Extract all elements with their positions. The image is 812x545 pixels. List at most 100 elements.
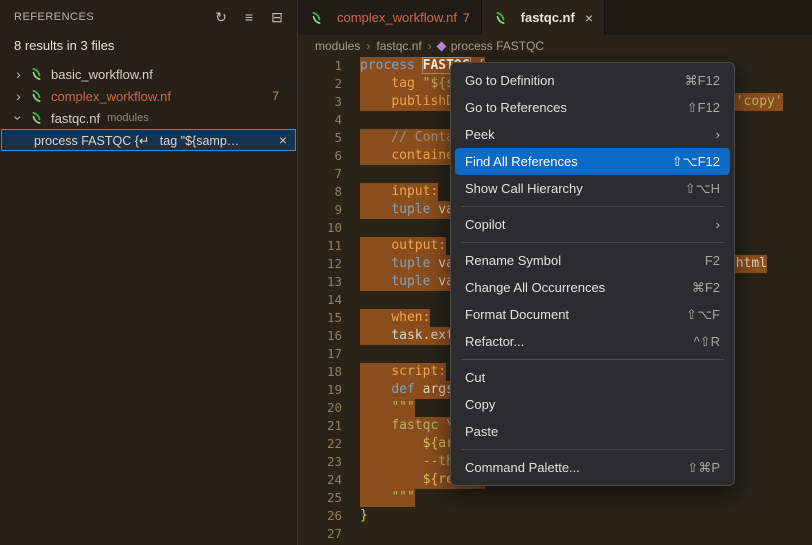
tree-item-fastqc-nf[interactable]: ›fastqc.nfmodules <box>0 107 297 129</box>
submenu-arrow-icon: › <box>716 217 720 232</box>
line-number: 7 <box>298 165 360 183</box>
line-number: 23 <box>298 453 360 471</box>
line-number: 14 <box>298 291 360 309</box>
tab-fastqc-nf[interactable]: fastqc.nf × <box>482 0 605 35</box>
line-text: """ <box>360 489 415 507</box>
menu-item-command-palette[interactable]: Command Palette... ⇧⌘P <box>455 454 730 481</box>
menu-item-format-document[interactable]: Format Document ⇧⌥F <box>455 301 730 328</box>
menu-item-shortcut: ^⇧R <box>694 334 720 350</box>
menu-item-label: Format Document <box>465 307 662 322</box>
menu-item-label: Command Palette... <box>465 460 663 475</box>
tab-label: fastqc.nf <box>521 10 575 25</box>
tree-item-basic-workflow-nf[interactable]: ›basic_workflow.nf <box>0 63 297 85</box>
tab-label: complex_workflow.nf <box>337 10 457 25</box>
context-menu: Go to Definition⌘F12Go to References⇧F12… <box>450 62 735 486</box>
vscode-window: REFERENCES ↻≡⊟ 8 results in 3 files ›bas… <box>0 0 812 545</box>
menu-item-shortcut: F2 <box>705 253 720 268</box>
breadcrumb-separator: › <box>428 39 432 53</box>
line-number: 8 <box>298 183 360 201</box>
file-label: complex_workflow.nf <box>51 89 171 104</box>
refresh-icon[interactable]: ↻ <box>211 7 231 27</box>
breadcrumb-item-process-fastqc[interactable]: process FASTQC <box>438 39 544 53</box>
menu-item-go-to-definition[interactable]: Go to Definition⌘F12 <box>455 67 730 94</box>
sidebar-toolbar: ↻ ≡ ⊟ <box>211 7 287 27</box>
menu-item-shortcut: ⇧⌘P <box>687 460 720 476</box>
line-number: 25 <box>298 489 360 507</box>
line-number: 26 <box>298 507 360 525</box>
menu-item-copilot[interactable]: Copilot › <box>455 211 730 238</box>
references-sidebar: REFERENCES ↻≡⊟ 8 results in 3 files ›bas… <box>0 0 298 545</box>
menu-item-cut[interactable]: Cut <box>455 364 730 391</box>
nextflow-icon <box>29 67 45 82</box>
line-text: } <box>360 507 368 525</box>
menu-item-label: Change All Occurrences <box>465 280 668 295</box>
menu-item-shortcut: ⇧⌥H <box>685 181 720 197</box>
code-line[interactable]: 27 <box>298 525 812 543</box>
menu-separator <box>461 359 724 360</box>
menu-item-find-all-references[interactable]: Find All References⇧⌥F12 <box>455 148 730 175</box>
menu-item-shortcut: ⇧⌥F <box>686 307 720 323</box>
breadcrumb: modules›fastqc.nf›process FASTQC <box>298 35 812 57</box>
menu-item-label: Copilot <box>465 217 692 232</box>
code-line[interactable]: 26} <box>298 507 812 525</box>
menu-separator <box>461 206 724 207</box>
close-icon[interactable]: × <box>585 10 593 26</box>
code-line[interactable]: 25 """ <box>298 489 812 507</box>
nextflow-icon <box>309 10 325 25</box>
menu-separator <box>461 449 724 450</box>
nextflow-icon <box>29 111 45 126</box>
line-number: 10 <box>298 219 360 237</box>
line-number: 27 <box>298 525 360 543</box>
menu-item-shortcut: ⌘F2 <box>692 280 720 296</box>
menu-item-label: Cut <box>465 370 720 385</box>
menu-item-paste[interactable]: Paste <box>455 418 730 445</box>
menu-item-rename-symbol[interactable]: Rename SymbolF2 <box>455 247 730 274</box>
menu-item-peek[interactable]: Peek› <box>455 121 730 148</box>
menu-item-copy[interactable]: Copy <box>455 391 730 418</box>
line-number: 21 <box>298 417 360 435</box>
line-number: 5 <box>298 129 360 147</box>
collapse-all-icon[interactable]: ⊟ <box>267 7 287 27</box>
line-number: 12 <box>298 255 360 273</box>
line-number: 3 <box>298 93 360 111</box>
breadcrumb-label: fastqc.nf <box>376 39 421 53</box>
line-number: 24 <box>298 471 360 489</box>
menu-item-label: Paste <box>465 424 720 439</box>
menu-item-change-all-occurrences[interactable]: Change All Occurrences ⌘F2 <box>455 274 730 301</box>
tree-item-complex-workflow-nf[interactable]: ›complex_workflow.nf7 <box>0 85 297 107</box>
clear-all-icon[interactable]: ≡ <box>239 7 259 27</box>
line-number: 15 <box>298 309 360 327</box>
tab-complex-workflow-nf[interactable]: complex_workflow.nf7 <box>298 0 482 35</box>
menu-item-show-call-hierarchy[interactable]: Show Call Hierarchy⇧⌥H <box>455 175 730 202</box>
line-number: 20 <box>298 399 360 417</box>
panel-title: REFERENCES <box>14 11 94 23</box>
menu-item-refactor[interactable]: Refactor...^⇧R <box>455 328 730 355</box>
breadcrumb-item-modules[interactable]: modules <box>315 39 360 53</box>
line-text: script: <box>360 363 446 381</box>
line-text: output: <box>360 237 446 255</box>
line-number: 11 <box>298 237 360 255</box>
chevron-icon: › <box>12 89 25 103</box>
menu-item-shortcut: ⇧⌥F12 <box>672 154 720 170</box>
sidebar-header: REFERENCES ↻ ≡ ⊟ <box>0 0 297 34</box>
menu-item-label: Go to References <box>465 100 663 115</box>
breadcrumb-item-fastqc-nf[interactable]: fastqc.nf <box>376 39 421 53</box>
menu-item-go-to-references[interactable]: Go to References⇧F12 <box>455 94 730 121</box>
chevron-icon: › <box>12 67 25 81</box>
line-text: when: <box>360 309 430 327</box>
reference-result-item[interactable]: process FASTQC {↵ tag "${samp…× <box>1 129 296 151</box>
line-number: 4 <box>298 111 360 129</box>
line-text: """ <box>360 399 415 417</box>
nextflow-icon <box>493 10 509 25</box>
nextflow-icon <box>29 89 45 104</box>
line-number: 9 <box>298 201 360 219</box>
breadcrumb-label: modules <box>315 39 360 53</box>
dismiss-icon[interactable]: × <box>275 132 291 148</box>
menu-separator <box>461 242 724 243</box>
line-number: 18 <box>298 363 360 381</box>
chevron-icon: › <box>12 112 26 125</box>
line-number: 2 <box>298 75 360 93</box>
line-number: 19 <box>298 381 360 399</box>
file-description: modules <box>107 112 149 124</box>
breadcrumb-label: process FASTQC <box>451 39 544 53</box>
